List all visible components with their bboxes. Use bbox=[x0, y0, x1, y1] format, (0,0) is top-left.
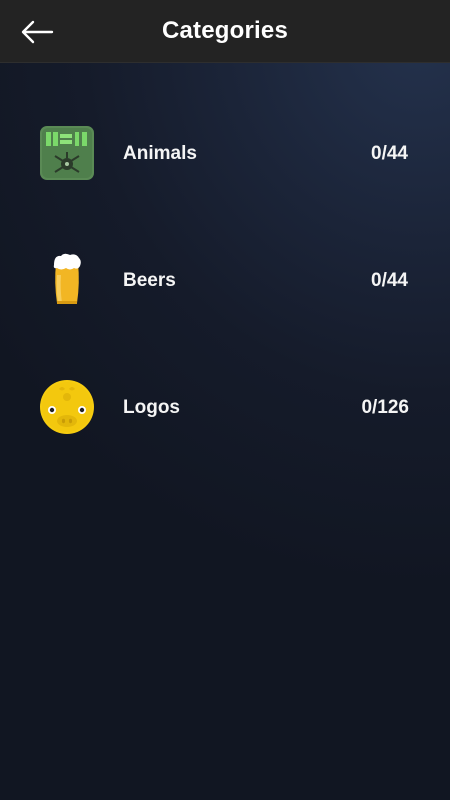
category-label: Logos bbox=[123, 397, 180, 418]
category-progress: 0/44 bbox=[371, 270, 408, 291]
app-bar: Categories bbox=[0, 0, 450, 63]
category-row-animals[interactable]: Animals 0/44 bbox=[0, 90, 450, 217]
animals-category-icon bbox=[40, 126, 94, 180]
beer-glass-icon bbox=[40, 253, 94, 307]
page-title: Categories bbox=[161, 17, 289, 44]
category-label: Animals bbox=[123, 143, 197, 164]
category-row-beers[interactable]: Beers 0/44 bbox=[0, 217, 450, 344]
category-list: Animals 0/44 Beers 0/44 Logos 0/126 bbox=[0, 90, 450, 471]
category-progress: 0/126 bbox=[361, 397, 409, 418]
category-progress: 0/44 bbox=[371, 143, 408, 164]
category-row-logos[interactable]: Logos 0/126 bbox=[0, 344, 450, 471]
category-label: Beers bbox=[123, 270, 176, 291]
pig-face-logo-icon bbox=[40, 380, 94, 434]
